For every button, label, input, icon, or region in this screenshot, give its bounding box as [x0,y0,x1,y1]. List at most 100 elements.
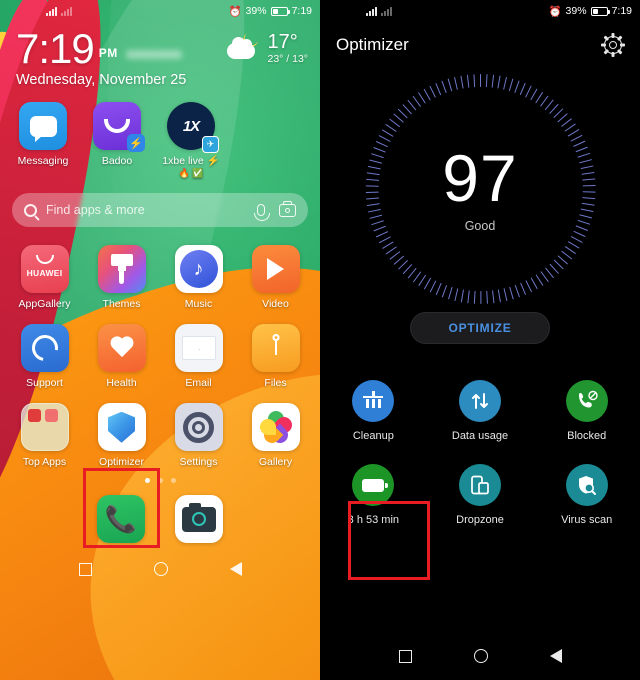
app-label: Health [106,377,137,390]
search-icon [24,203,37,217]
weather-current-temp: 17° [267,31,298,53]
app-label: Themes [102,298,141,311]
data-transfer-icon [459,380,501,422]
feature-label: 3 h 53 min [347,514,400,526]
triangle-back-icon[interactable] [549,649,562,663]
camera-icon[interactable] [279,200,296,217]
app-row-3: Support Health Email Files [0,324,320,389]
app-label: AppGallery [18,298,71,311]
feature-row-2: 3 h 53 min Dropzone Virus scan [320,464,640,526]
optimizer-score-dial: 97 Good [365,74,596,304]
weather-range: 23° / 13° [267,53,308,65]
feature-cleanup[interactable]: Cleanup [320,380,427,442]
email-icon [174,324,223,373]
square-recents-icon[interactable] [78,562,92,576]
messaging-icon [19,102,67,150]
settings-gear-icon [174,403,223,452]
music-icon: ♪ [174,245,223,294]
signal-bars-icon [366,6,377,16]
dock-camera[interactable] [175,495,223,544]
1xbe-live-icon: 1X ✈ [167,102,219,153]
feature-grid: Cleanup Data usage Blocked 3 h 53 min Dr… [320,380,640,526]
battery-icon [270,6,290,16]
navigation-bar [0,549,320,589]
home-screen: ⏰ 39% 7:19 7:19 PM Wednesday, November 2… [0,0,320,680]
optimizer-shield-icon [97,403,146,452]
feature-data-usage[interactable]: Data usage [427,380,534,442]
feature-battery[interactable]: 3 h 53 min [320,464,427,526]
battery-percent: 39% [245,5,267,17]
blocked-call-icon [565,380,608,422]
gallery-flower-icon [251,403,300,452]
telegram-badge-icon: ✈ [202,136,219,153]
signal-bars-icon [46,6,57,16]
circle-home-icon[interactable] [153,562,168,577]
app-gallery[interactable]: Gallery [237,403,314,468]
page-indicator [0,478,320,484]
app-label: Video [262,298,289,311]
battery-icon [352,464,395,506]
app-1xbe-live[interactable]: 1X ✈ 1xbe live ⚡ 🔥 ✅ [154,102,228,179]
app-settings[interactable]: Settings [160,403,237,468]
app-video[interactable]: Video [237,245,314,310]
status-bar-time: 7:19 [611,5,632,17]
app-email[interactable]: Email [160,324,237,389]
camera-app-icon [175,495,223,544]
optimize-button[interactable]: OPTIMIZE [410,312,550,344]
app-files[interactable]: Files [237,324,314,389]
microphone-icon[interactable] [254,204,270,222]
dock-phone[interactable]: 📞 [97,495,145,544]
health-icon [97,324,146,373]
optimizer-screen: ⏰ 39% 7:19 Optimizer 97 Good OPTIMIZE Cl… [320,0,640,680]
battery-percent: 39% [565,5,587,17]
app-music[interactable]: ♪ Music [160,245,237,310]
status-bar: ⏰ 39% 7:19 [0,0,320,22]
app-label: Gallery [258,456,293,469]
appgallery-icon: HUAWEI [20,245,69,294]
search-bar[interactable]: Find apps & more [12,193,308,228]
feature-label: Cleanup [352,430,394,442]
feature-virus-scan[interactable]: Virus scan [533,464,640,526]
dual-screenshot: ⏰ 39% 7:19 7:19 PM Wednesday, November 2… [0,0,640,680]
app-badoo[interactable]: ⚡ Badoo [80,102,154,179]
cloud-moon-icon [227,32,261,60]
app-health[interactable]: Health [83,324,160,389]
status-bar-time: 7:19 [291,5,312,17]
app-row-1: Messaging ⚡ Badoo 1X ✈ 1xbe live ⚡ 🔥 ✅ [0,102,320,179]
app-messaging[interactable]: Messaging [6,102,80,179]
support-icon [20,324,69,373]
feature-blocked[interactable]: Blocked [533,380,640,442]
app-label: Music [184,298,213,311]
score-value: 97 [442,141,518,215]
appgallery-brand: HUAWEI [26,268,63,279]
circle-home-icon[interactable] [473,649,488,663]
page-title: Optimizer [336,35,409,54]
app-label-sub: 🔥 ✅ [178,168,204,179]
gear-icon[interactable] [601,33,625,57]
app-label: Top Apps [22,456,67,469]
alarm-clock-icon: ⏰ [228,5,242,18]
blurred-text [125,50,182,59]
signal-bars-secondary-icon [61,6,72,16]
app-optimizer[interactable]: Optimizer [83,403,160,468]
phone-icon: 📞 [97,495,145,544]
folder-top-apps[interactable]: Top Apps [6,403,83,468]
app-themes[interactable]: Themes [83,245,160,310]
app-appgallery[interactable]: HUAWEI AppGallery [6,245,83,310]
virus-scan-icon [565,464,608,506]
search-input[interactable]: Find apps & more [46,203,257,217]
feature-dropzone[interactable]: Dropzone [427,464,534,526]
app-label: 1xbe live [162,155,204,167]
triangle-back-icon[interactable] [229,562,242,577]
app-label: Badoo [101,155,133,167]
feature-label: Data usage [451,430,509,442]
feature-label: Blocked [567,430,607,442]
app-label: Settings [179,456,218,469]
clock-ampm: PM [98,46,118,60]
square-recents-icon[interactable] [398,649,412,663]
app-support[interactable]: Support [6,324,83,389]
weather-widget[interactable]: 17° 23° / 13° [227,32,308,65]
app-label: Messaging [17,155,69,167]
app-label: Optimizer [99,456,144,469]
themes-icon [97,245,146,294]
